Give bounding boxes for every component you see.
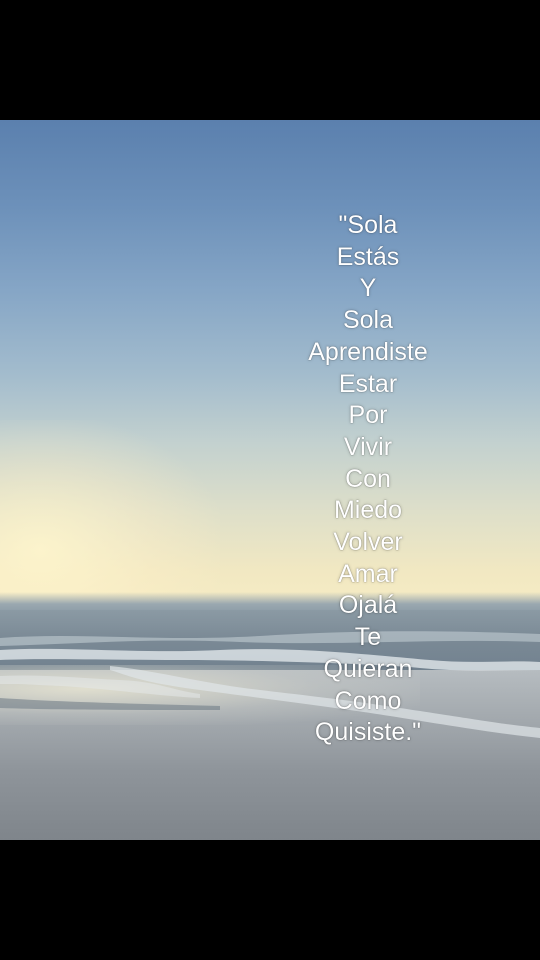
quote-line: Quisiste.": [314, 718, 422, 747]
quote-line: Aprendiste: [308, 337, 428, 366]
letterbox-top: [0, 0, 540, 120]
quote-line: Con: [345, 464, 391, 493]
quote-line: Por: [348, 401, 388, 430]
letterbox-bottom: [0, 840, 540, 960]
quote-line: Estar: [338, 369, 398, 398]
quote-line: Sola: [342, 306, 394, 335]
quote-line: Amar: [338, 559, 398, 588]
quote-line: Vivir: [343, 432, 393, 461]
quote-line: Te: [354, 623, 382, 652]
quote-line: Ojalá: [338, 591, 398, 620]
quote-line: Y: [359, 274, 377, 303]
quote-line: Miedo: [333, 496, 403, 525]
quote-line: "Sola: [338, 211, 398, 239]
quote-line: Volver: [333, 528, 403, 557]
quote-line: Como: [334, 686, 402, 715]
quote-line: Quieran: [323, 654, 413, 683]
quote-text: "Sola Estás Y Sola Aprendiste Estar Por Vivir Co…: [248, 210, 488, 749]
quote-line: Estás: [336, 242, 400, 271]
